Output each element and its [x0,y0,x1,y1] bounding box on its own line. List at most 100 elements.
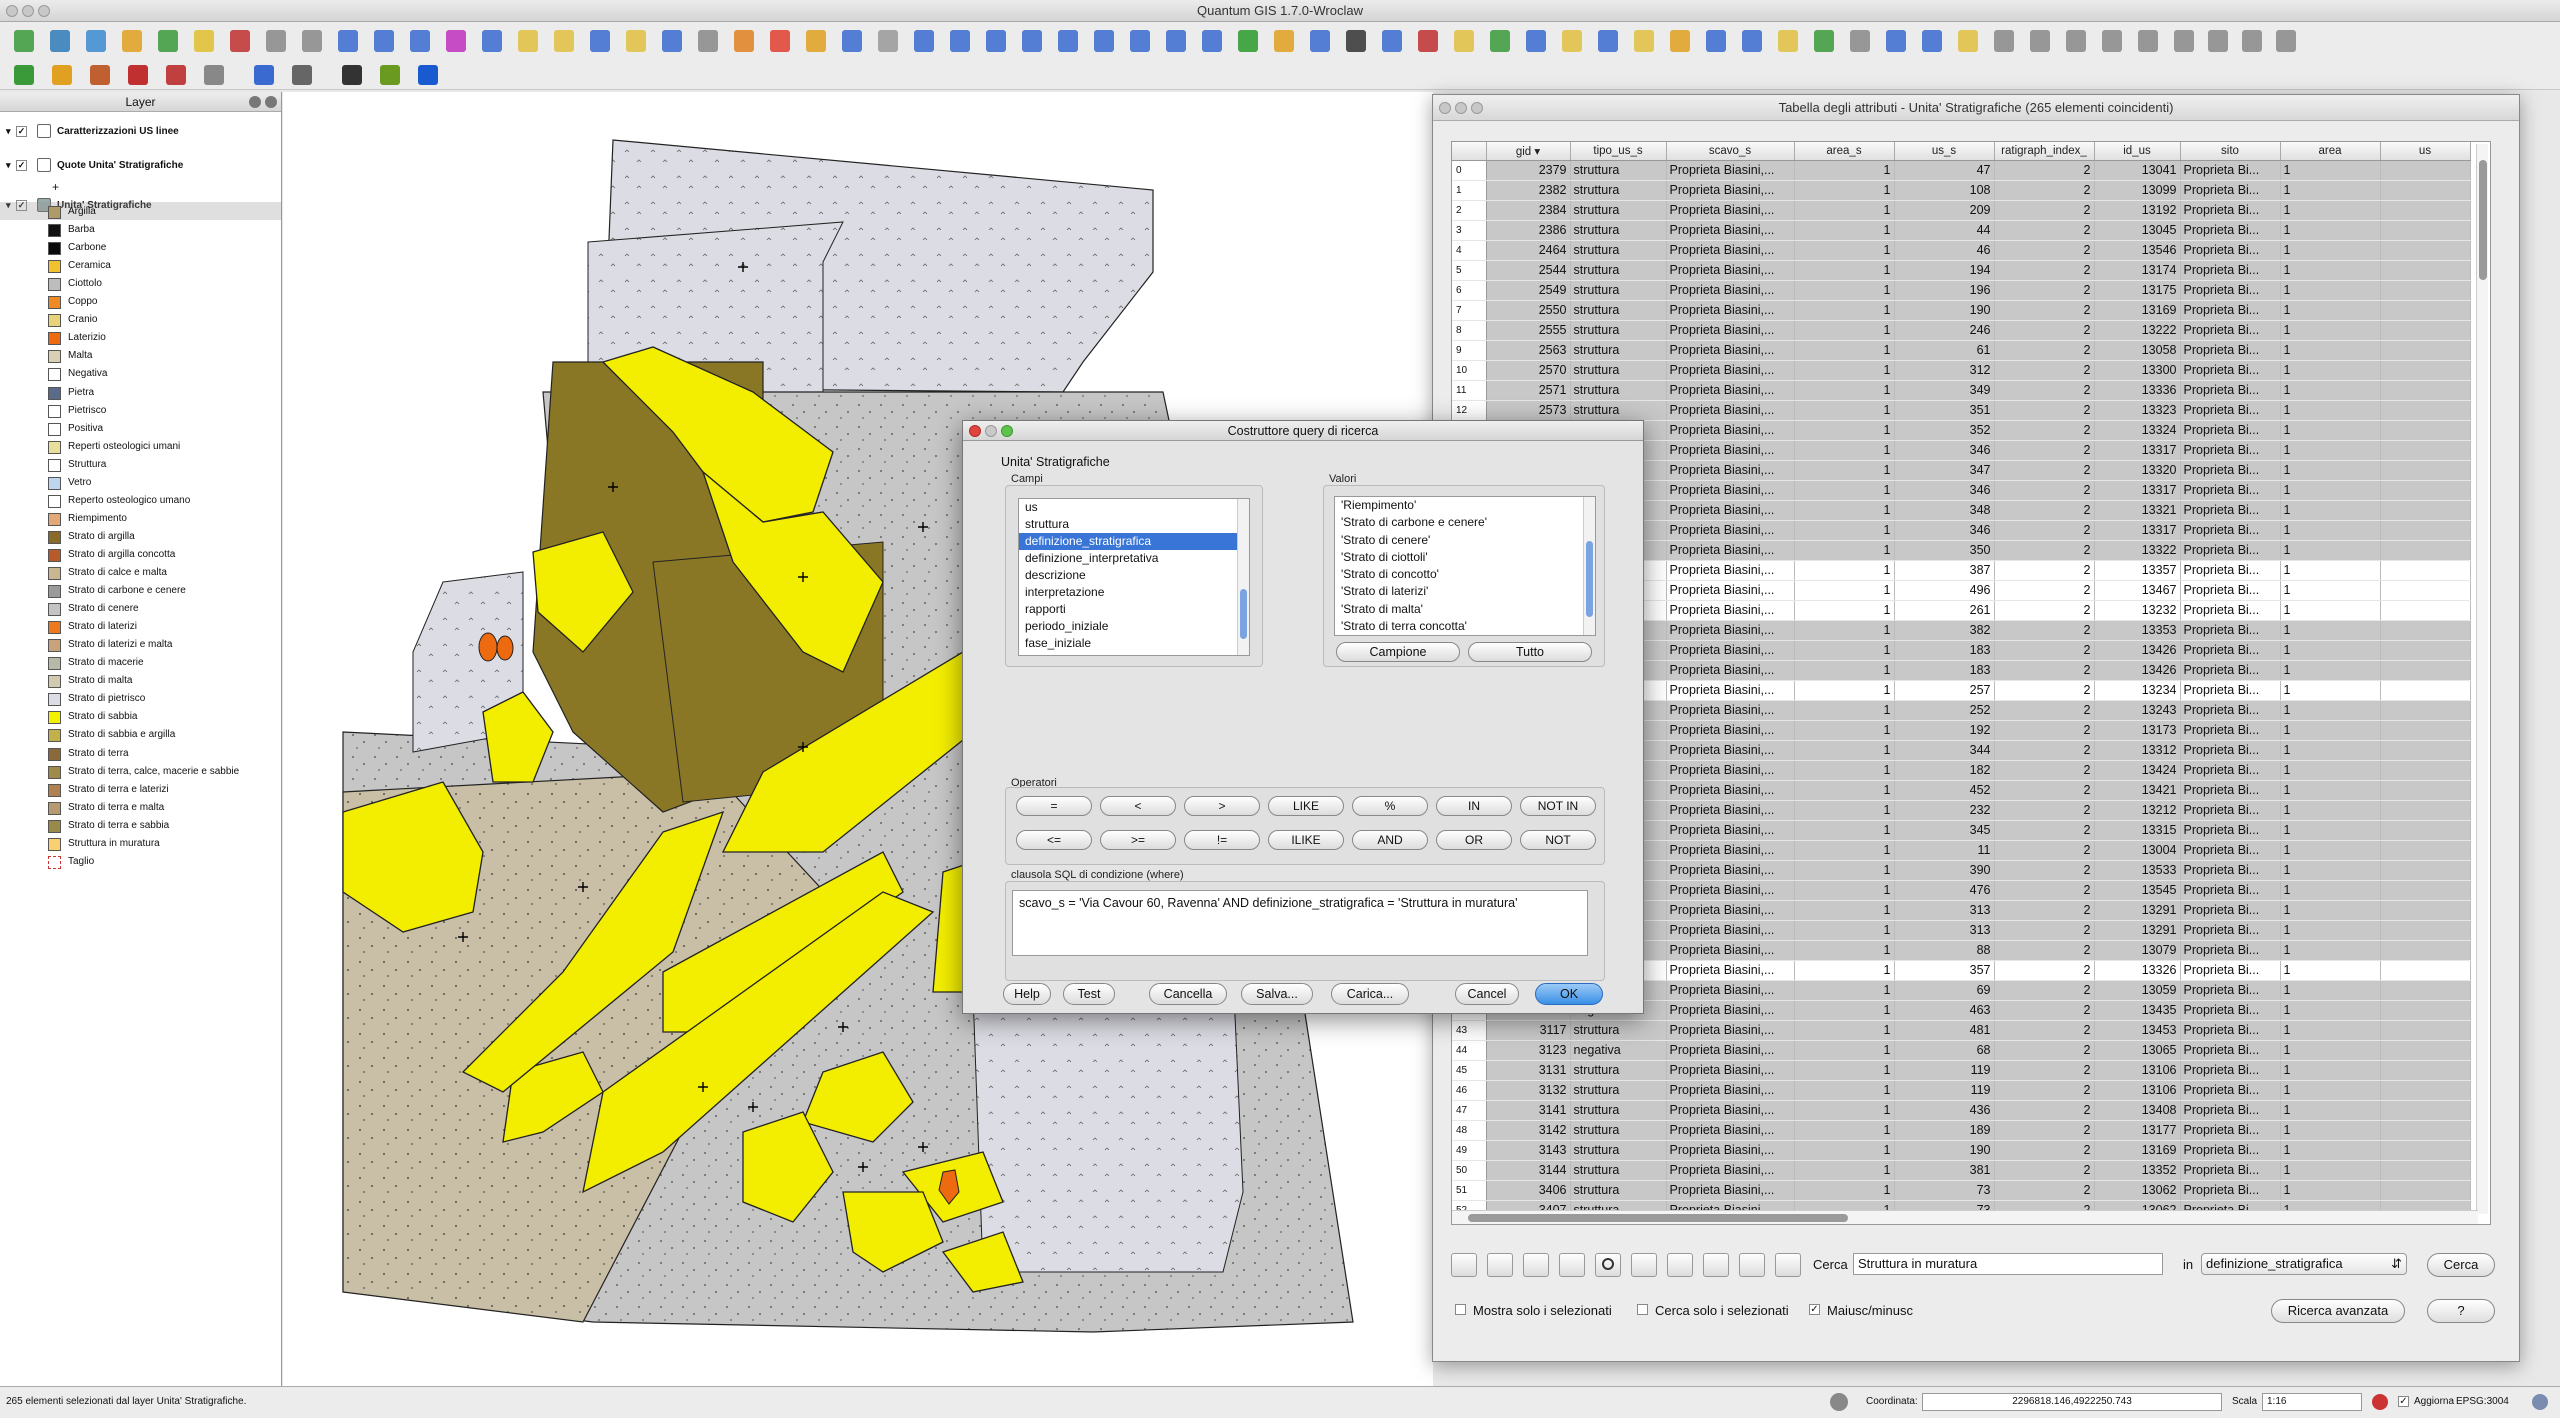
table-cell[interactable]: 2 [1994,320,2095,341]
capture-polygon-icon[interactable] [698,30,718,52]
table-cell[interactable]: 1 [2280,1160,2381,1181]
table-cell[interactable]: 61 [1894,340,1995,361]
table-cell[interactable]: struttura [1570,1140,1667,1161]
table-cell[interactable]: struttura [1570,280,1667,301]
table-cell[interactable]: 1 [1794,1120,1895,1141]
table-cell[interactable]: Proprieta Biasini,... [1666,680,1795,701]
table-cell[interactable]: Proprieta Biasini,... [1666,1100,1795,1121]
table-cell[interactable]: 88 [1894,940,1995,961]
field-list-item[interactable]: definizione_interpretativa [1019,550,1249,567]
table-cell[interactable]: Proprieta Biasini,... [1666,1160,1795,1181]
field-list-item[interactable]: struttura [1019,516,1249,533]
table-cell[interactable]: 1 [1794,540,1895,561]
table-cell[interactable]: 1 [2280,440,2381,461]
zoom-next-icon[interactable] [1202,30,1222,52]
table-cell[interactable]: 189 [1894,1120,1995,1141]
row-number[interactable]: 43 [1452,1020,1487,1041]
move-selection-top-button[interactable] [1487,1253,1513,1277]
table-cell[interactable] [2380,180,2471,201]
table-cell[interactable]: struttura [1570,1060,1667,1081]
capture-line-icon[interactable] [662,30,682,52]
table-cell[interactable]: 2549 [1486,280,1571,301]
layer-style-icon[interactable] [90,64,110,85]
zoom-dialog-button[interactable] [1001,425,1013,437]
table-cell[interactable]: 13291 [2094,920,2181,941]
dialog-ok-button[interactable]: OK [1535,983,1603,1005]
table-cell[interactable]: 257 [1894,680,1995,701]
table-cell[interactable]: 1 [1794,380,1895,401]
table-cell[interactable]: 2 [1994,740,2095,761]
zoom-window-button[interactable] [38,5,50,17]
table-cell[interactable]: 209 [1894,200,1995,221]
table-cell[interactable]: 183 [1894,660,1995,681]
table-cell[interactable]: 352 [1894,420,1995,441]
only-selected-checkbox[interactable] [1455,1304,1466,1315]
table-cell[interactable]: Proprieta Biasini,... [1666,260,1795,281]
table-cell[interactable]: 13106 [2094,1060,2181,1081]
table-cell[interactable]: 2 [1994,1120,2095,1141]
layer-item[interactable]: ▾ ✓ Caratterizzazioni US linee [6,122,179,140]
table-cell[interactable]: 2 [1994,340,2095,361]
table-cell[interactable]: 1 [1794,460,1895,481]
table-cell[interactable]: 1 [2280,1000,2381,1021]
value-list-item[interactable]: 'Strato di carbone e cenere' [1335,514,1595,531]
table-cell[interactable]: 13106 [2094,1080,2181,1101]
table-cell[interactable]: 13421 [2094,780,2181,801]
add-wms-icon[interactable] [446,30,466,52]
table-cell[interactable]: 1 [2280,400,2381,421]
select-icon[interactable] [1310,30,1330,52]
table-cell[interactable]: 2 [1994,240,2095,261]
operator-button[interactable]: NOT [1520,830,1596,850]
table-cell[interactable]: 1 [1794,1080,1895,1101]
fields-scrollbar[interactable] [1237,499,1249,655]
expand-arrow-icon[interactable]: ▾ [6,156,16,174]
table-cell[interactable]: 344 [1894,740,1995,761]
close-window-button[interactable] [6,5,18,17]
table-cell[interactable]: 1 [1794,800,1895,821]
table-cell[interactable]: 3406 [1486,1180,1571,1201]
row-number[interactable]: 48 [1452,1120,1487,1141]
table-cell[interactable]: 2 [1994,380,2095,401]
table-cell[interactable]: 1 [1794,900,1895,921]
table-cell[interactable]: Proprieta Bi... [2180,260,2281,281]
field-list-item[interactable]: fase_iniziale [1019,635,1249,652]
table-cell[interactable]: 13467 [2094,580,2181,601]
table-cell[interactable]: Proprieta Biasini,... [1666,400,1795,421]
table-cell[interactable]: Proprieta Bi... [2180,360,2281,381]
operator-button[interactable]: >= [1100,830,1176,850]
table-cell[interactable]: 1 [2280,220,2381,241]
attribute-icon[interactable] [1670,30,1690,52]
zoom-attr-window-button[interactable] [1471,102,1483,114]
table-cell[interactable]: 1 [2280,820,2381,841]
table-cell[interactable]: 13312 [2094,740,2181,761]
table-cell[interactable]: 1 [1794,580,1895,601]
table-cell[interactable]: 1 [1794,320,1895,341]
table-cell[interactable]: 1 [2280,940,2381,961]
table-cell[interactable]: 2 [1994,360,2095,381]
table-cell[interactable]: 1 [2280,1180,2381,1201]
operator-button[interactable]: != [1184,830,1260,850]
table-cell[interactable]: 1 [1794,1060,1895,1081]
table-cell[interactable]: 1 [1794,820,1895,841]
table-cell[interactable]: Proprieta Bi... [2180,1080,2281,1101]
table-cell[interactable]: 2 [1994,680,2095,701]
table-cell[interactable]: 481 [1894,1020,1995,1041]
table-cell[interactable] [2380,520,2471,541]
table-cell[interactable]: 1 [1794,520,1895,541]
table-cell[interactable]: 1 [2280,780,2381,801]
georeferencer-icon[interactable] [2174,30,2194,52]
message-log-icon[interactable] [2532,1394,2548,1410]
map-tip-icon[interactable] [1634,30,1654,52]
table-cell[interactable]: 13004 [2094,840,2181,861]
table-cell[interactable]: Proprieta Bi... [2180,280,2281,301]
table-cell[interactable]: 1 [2280,420,2381,441]
table-cell[interactable]: 2 [1994,560,2095,581]
operator-button[interactable]: LIKE [1268,796,1344,816]
table-cell[interactable]: 13058 [2094,340,2181,361]
table-cell[interactable] [2380,560,2471,581]
table-cell[interactable]: 246 [1894,320,1995,341]
column-header[interactable]: us [2380,142,2471,161]
table-cell[interactable]: Proprieta Bi... [2180,1000,2281,1021]
table-cell[interactable]: 1 [2280,680,2381,701]
table-cell[interactable]: Proprieta Bi... [2180,160,2281,181]
